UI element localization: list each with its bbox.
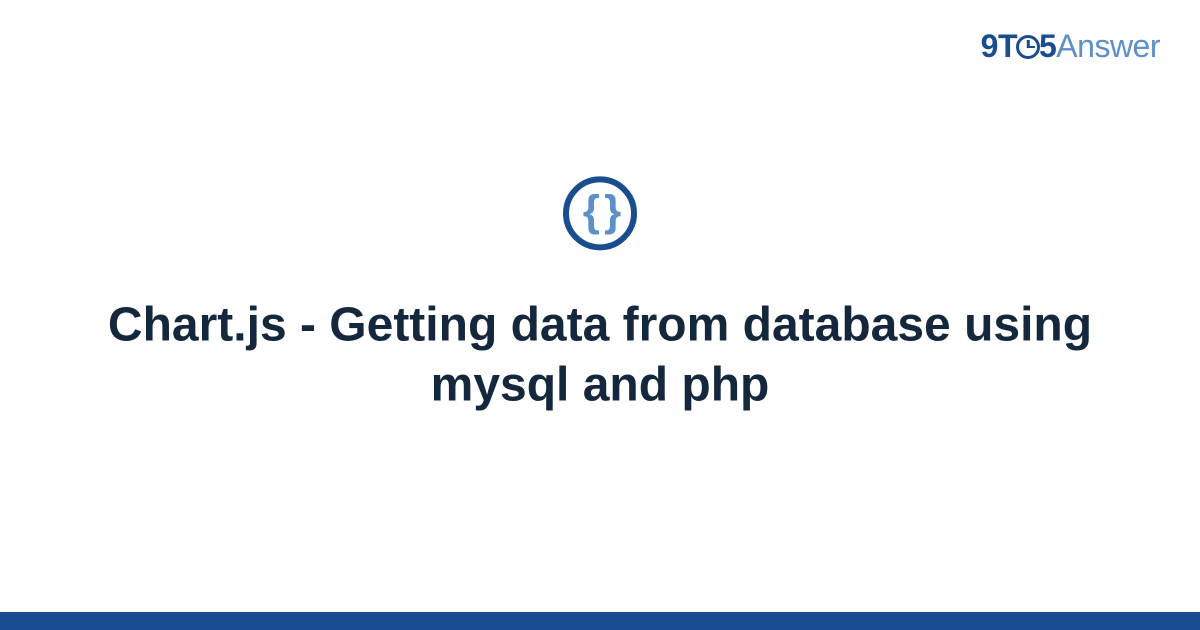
main-content: { } Chart.js - Getting data from databas…	[0, 176, 1200, 415]
logo-nine: 9	[981, 28, 998, 64]
code-braces-icon: { }	[563, 176, 637, 250]
logo-t: T	[998, 28, 1017, 64]
bottom-accent-bar	[0, 612, 1200, 630]
braces-glyph: { }	[583, 189, 617, 233]
clock-icon	[1016, 35, 1040, 59]
logo-five: 5	[1039, 28, 1056, 64]
site-logo: 9T5Answer	[981, 28, 1160, 65]
page-title: Chart.js - Getting data from database us…	[0, 295, 1200, 415]
logo-answer: Answer	[1056, 28, 1160, 64]
